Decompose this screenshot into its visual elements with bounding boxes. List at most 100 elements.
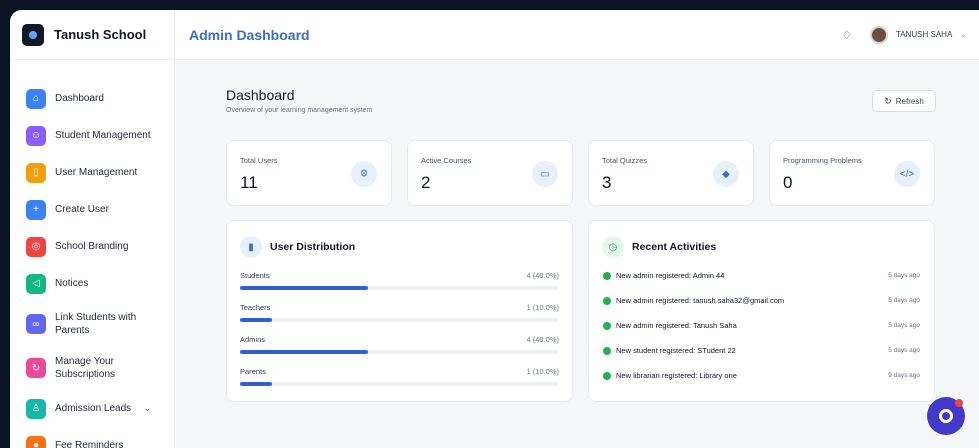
bar-chart-icon: ▮ [240,236,262,258]
sidebar-item-school-branding[interactable]: ◎ School Branding [10,228,174,265]
page-header-title: Admin Dashboard [189,26,310,43]
sidebar-item-label: User Management [55,167,138,178]
progress-track [240,382,559,386]
graduation-cap-icon: ◆ [713,161,739,187]
sidebar-item-subscriptions[interactable]: ↻ Manage Your Subscriptions [10,346,174,390]
sidebar-item-label: Dashboard [55,93,104,104]
stat-card-total-users: Total Users 11 ꕕ [226,140,392,206]
page-subtitle: Overview of your learning management sys… [226,107,373,114]
bell-icon[interactable]: ♢ [841,28,852,42]
school-logo-icon [22,23,44,46]
page-title: Dashboard [226,87,295,103]
progress-track [240,286,559,290]
activity-text: New admin registered: tanush.saha32@gmai… [616,296,785,305]
panel-title: Recent Activities [632,241,717,253]
user-plus-icon: + [26,199,46,220]
users-icon: ꕕ [351,161,377,187]
sidebar-item-dashboard[interactable]: ⌂ Dashboard [10,80,174,117]
distribution-row-students: Students 4 (40.0%) [240,271,559,290]
chat-launcher-button[interactable] [927,397,965,435]
chevron-down-icon[interactable]: ⌄ [960,30,967,39]
sidebar-item-label: Fee Reminders [55,440,124,448]
coin-icon: ● [26,435,46,448]
code-icon: </> [894,161,920,187]
megaphone-icon: ◁ [26,273,46,294]
sidebar-item-notices[interactable]: ◁ Notices [10,265,174,302]
row-label: Teachers [240,303,271,312]
row-value: 1 (10.0%) [526,303,559,312]
header-actions: ♢ TANUSH SAHA ⌄ [841,25,967,44]
status-dot-icon [603,346,611,355]
stat-label: Total Quizzes [602,156,648,165]
activity-time: 5 days ago [888,297,920,304]
stat-label: Programming Problems [783,156,862,165]
panel-header: ▮ User Distribution [240,236,355,258]
row-label: Admins [240,335,266,344]
top-header: Admin Dashboard ♢ TANUSH SAHA ⌄ [175,10,979,60]
sidebar-item-link-students[interactable]: ∞ Link Students with Parents [10,302,174,346]
activity-item: New admin registered: tanush.saha32@gmai… [603,296,920,305]
sidebar-item-label: Link Students with Parents [55,312,137,336]
sidebar: Tanush School ⌂ Dashboard ☺ Student Mana… [10,10,175,448]
brand-name: Tanush School [54,27,147,42]
activity-time: 9 days ago [888,372,920,379]
notification-badge [955,399,963,407]
chat-bubble-icon [939,409,953,423]
brand[interactable]: Tanush School [10,10,174,60]
user-name[interactable]: TANUSH SAHA [896,30,952,39]
user-distribution-panel: ▮ User Distribution Students 4 (40.0%) Te… [226,220,573,402]
sidebar-item-label: School Branding [55,241,129,252]
activity-item: New admin registered: Admin 44 5 days ag… [603,271,920,280]
progress-track [240,350,559,354]
row-value: 4 (40.0%) [526,271,559,280]
panel-title: User Distribution [270,241,356,253]
sidebar-item-admission-leads[interactable]: ♙ Admission Leads ⌄ [10,390,174,427]
avatar[interactable] [869,25,888,44]
sidebar-item-user-management[interactable]: ▯ User Management [10,154,174,191]
sidebar-item-label: Create User [55,204,109,215]
stat-label: Active Courses [421,156,472,165]
users-icon: ☺ [26,125,46,146]
progress-fill [240,382,272,386]
app-window: Tanush School ⌂ Dashboard ☺ Student Mana… [10,10,979,448]
chevron-down-icon[interactable]: ⌄ [143,403,151,414]
stat-card-programming-problems: Programming Problems 0 </> [769,140,935,206]
progress-track [240,318,559,322]
activity-text: New librarian registered: Library one [616,371,737,380]
progress-fill [240,286,368,290]
refresh-button[interactable]: ↻ Refresh [872,90,936,112]
stat-label: Total Users [240,156,278,165]
link-icon: ∞ [26,314,46,334]
activity-text: New admin registered: Admin 44 [616,271,725,280]
sidebar-item-label: Manage Your Subscriptions [55,356,116,380]
row-label: Students [240,271,270,280]
sidebar-item-label: Student Management [55,130,151,141]
row-value: 1 (10.0%) [526,367,559,376]
refresh-label: Refresh [895,96,924,106]
home-icon: ⌂ [26,88,46,109]
row-label: Parents [240,367,266,376]
stat-value: 2 [421,173,431,192]
sidebar-item-fee-reminders[interactable]: ● Fee Reminders [10,427,174,448]
book-icon: ▭ [532,161,558,187]
recent-activities-panel: ◷ Recent Activities New admin registered… [588,220,935,402]
activity-item: New librarian registered: Library one 9 … [603,371,920,380]
sidebar-nav: ⌂ Dashboard ☺ Student Management ▯ User … [10,60,174,448]
stat-value: 11 [240,173,258,192]
progress-fill [240,318,272,322]
sidebar-item-create-user[interactable]: + Create User [10,191,174,228]
refresh-icon: ↻ [26,358,46,378]
refresh-icon: ↻ [884,95,892,106]
stat-value: 0 [783,173,793,192]
main-content: Dashboard Overview of your learning mana… [175,60,979,448]
sidebar-item-student-management[interactable]: ☺ Student Management [10,117,174,154]
stat-value: 3 [602,173,612,192]
activity-item: New admin registered: Tanush Saha 5 days… [603,321,920,330]
clock-icon: ◷ [602,236,624,258]
book-icon: ▯ [26,162,46,183]
activity-text: New admin registered: Tanush Saha [616,321,737,330]
activity-time: 5 days ago [888,272,920,279]
status-dot-icon [603,271,611,280]
status-dot-icon [603,321,611,330]
panel-header: ◷ Recent Activities [602,236,716,258]
